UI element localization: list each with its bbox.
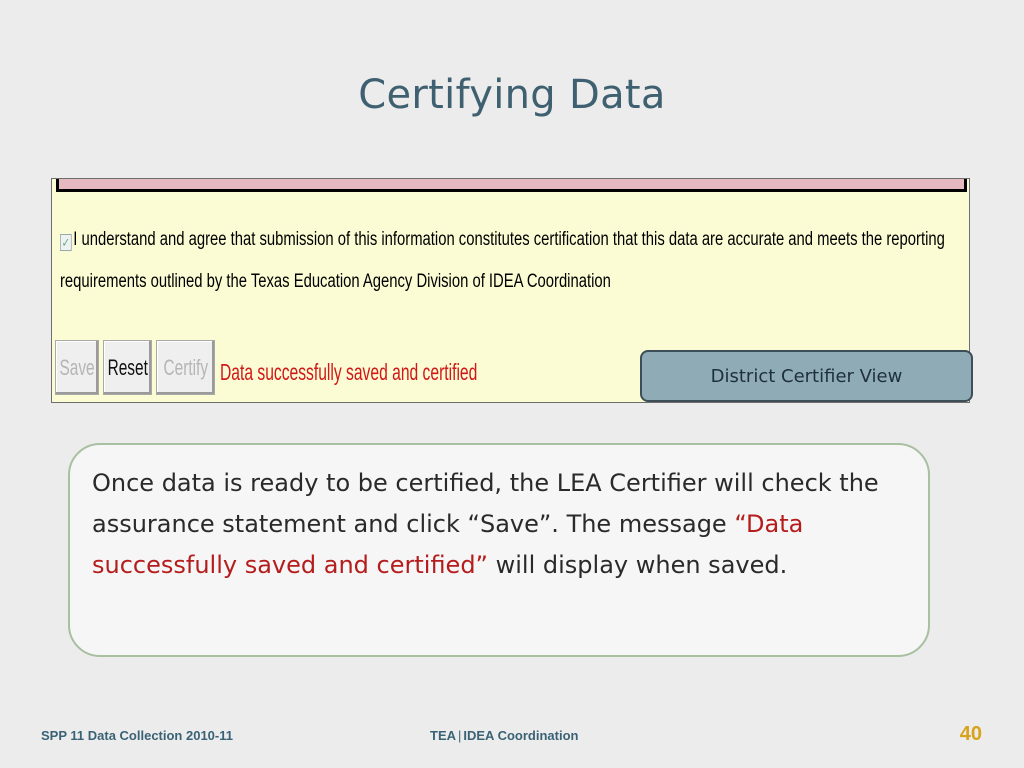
assurance-statement: ✓ I understand and agree that submission …	[60, 219, 949, 303]
agreement-checkbox[interactable]: ✓	[60, 234, 72, 251]
agreement-text: I understand and agree that submission o…	[60, 229, 945, 292]
footer-center: TEA | IDEA Coordination	[430, 728, 578, 743]
save-button-label: Save	[59, 354, 95, 380]
footer-center-b: IDEA Coordination	[463, 728, 579, 743]
certify-button-label: Certify	[163, 354, 208, 380]
footer-left: SPP 11 Data Collection 2010-11	[41, 728, 233, 743]
reset-button-label: Reset	[107, 354, 148, 380]
explanation-text-2: will display when saved.	[488, 551, 788, 579]
status-message: Data successfully saved and certified	[220, 359, 478, 385]
slide-title: Certifying Data	[358, 72, 666, 118]
save-button[interactable]: Save	[55, 340, 99, 395]
reset-button[interactable]: Reset	[103, 340, 152, 395]
footer-center-a: TEA	[430, 728, 456, 743]
certify-button[interactable]: Certify	[156, 340, 215, 395]
explanation-box: Once data is ready to be certified, the …	[68, 443, 930, 657]
page-number: 40	[959, 723, 982, 745]
district-certifier-callout: District Certifier View	[640, 350, 973, 402]
footer-divider: |	[458, 728, 462, 743]
header-bar	[56, 179, 967, 192]
